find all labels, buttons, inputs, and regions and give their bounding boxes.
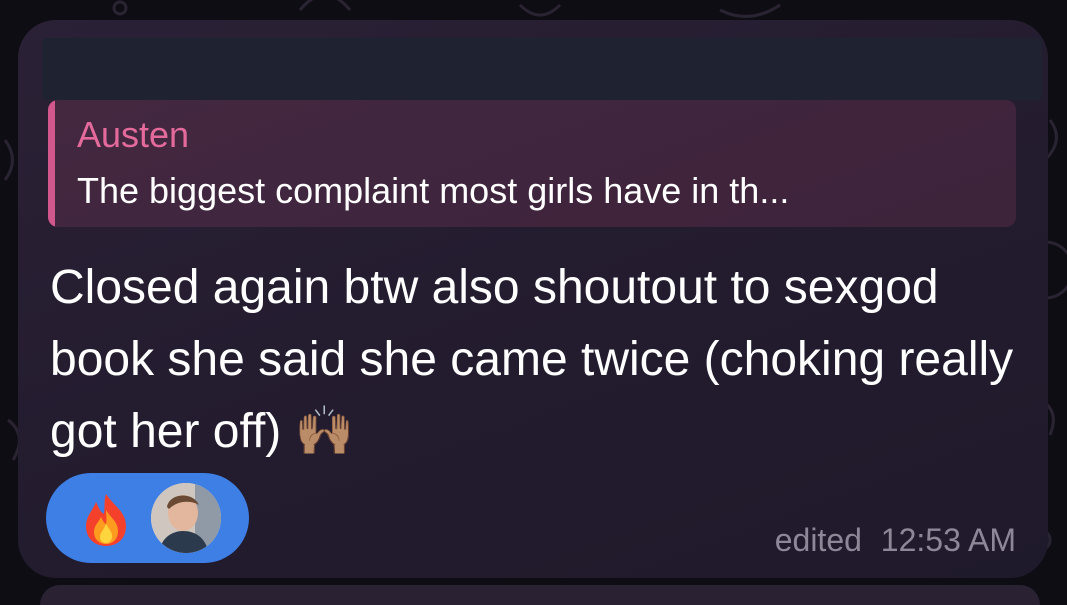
reaction-pill[interactable] (46, 473, 249, 563)
reactor-avatar (151, 483, 221, 553)
fire-icon (86, 494, 126, 546)
message-text: Closed again btw also shoutout to sexgod… (50, 261, 1014, 458)
message-timestamp: 12:53 AM (880, 522, 1016, 558)
edited-label: edited (774, 522, 862, 558)
reply-accent-bar (48, 100, 55, 227)
previous-message-overlay (42, 38, 1042, 100)
reply-preview-text: The biggest complaint most girls have in… (77, 170, 790, 211)
reply-quote[interactable]: Austen The biggest complaint most girls … (48, 100, 1016, 227)
message-bubble[interactable]: Austen The biggest complaint most girls … (18, 20, 1048, 578)
next-message-peek (40, 585, 1040, 605)
reply-author: Austen (77, 114, 190, 155)
message-meta: edited 12:53 AM (775, 522, 1016, 559)
